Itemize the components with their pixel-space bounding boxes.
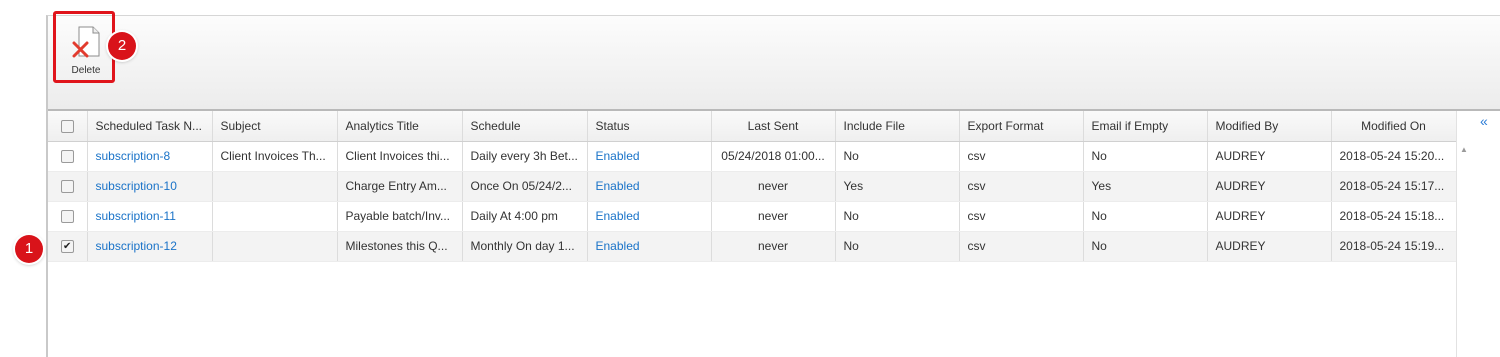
delete-highlight-box <box>53 11 115 83</box>
column-header-schedule[interactable]: Schedule <box>462 111 588 142</box>
subject-cell <box>212 231 338 262</box>
column-header-status[interactable]: Status <box>587 111 712 142</box>
scroll-up-arrow-icon[interactable]: ▲ <box>1460 145 1468 154</box>
schedule-cell: Daily every 3h Bet... <box>462 141 588 172</box>
analytics-title-cell: Milestones this Q... <box>337 231 463 262</box>
row-checkbox[interactable] <box>60 150 74 164</box>
email-if-empty-cell: No <box>1083 201 1208 232</box>
email-if-empty-cell: Yes <box>1083 171 1208 202</box>
column-header-task-name[interactable]: Scheduled Task N... <box>87 111 213 142</box>
task-name-link[interactable]: subscription-11 <box>87 201 213 232</box>
subscriptions-grid: Scheduled Task N... Subject Analytics Ti… <box>48 111 1471 357</box>
column-header-analytics-title[interactable]: Analytics Title <box>337 111 463 142</box>
task-name-link[interactable]: subscription-8 <box>87 141 213 172</box>
modified-on-cell: 2018-05-24 15:19... <box>1331 231 1457 262</box>
last-sent-cell: 05/24/2018 01:00... <box>711 141 836 172</box>
schedule-cell: Monthly On day 1... <box>462 231 588 262</box>
column-header-modified-on[interactable]: Modified On <box>1331 111 1457 142</box>
column-header-export-format[interactable]: Export Format <box>959 111 1084 142</box>
modified-by-cell: AUDREY <box>1207 231 1332 262</box>
row-checkbox-cell[interactable] <box>48 141 88 172</box>
analytics-title-cell: Client Invoices thi... <box>337 141 463 172</box>
row-checkbox[interactable] <box>60 180 74 194</box>
include-file-cell: No <box>835 201 960 232</box>
schedule-cell: Daily At 4:00 pm <box>462 201 588 232</box>
modified-on-cell: 2018-05-24 15:20... <box>1331 141 1457 172</box>
include-file-cell: Yes <box>835 171 960 202</box>
checkmark-icon: ✔ <box>63 241 72 253</box>
subject-cell <box>212 201 338 232</box>
header-row: Scheduled Task N... Subject Analytics Ti… <box>48 111 1457 142</box>
email-if-empty-cell: No <box>1083 231 1208 262</box>
modified-by-cell: AUDREY <box>1207 201 1332 232</box>
schedule-cell: Once On 05/24/2... <box>462 171 588 202</box>
column-header-subject[interactable]: Subject <box>212 111 338 142</box>
export-format-cell: csv <box>959 141 1084 172</box>
modified-on-cell: 2018-05-24 15:17... <box>1331 171 1457 202</box>
table-row[interactable]: subscription-10 Charge Entry Am... Once … <box>48 171 1457 202</box>
vertical-scrollbar[interactable]: ▲ <box>1456 111 1471 357</box>
double-chevron-left-icon[interactable]: « <box>1480 113 1488 129</box>
export-format-cell: csv <box>959 231 1084 262</box>
analytics-title-cell: Charge Entry Am... <box>337 171 463 202</box>
column-header-include-file[interactable]: Include File <box>835 111 960 142</box>
row-checkbox-cell[interactable] <box>48 201 88 232</box>
row-checkbox-cell[interactable]: ✔ <box>48 231 88 262</box>
status-link[interactable]: Enabled <box>587 231 712 262</box>
status-link[interactable]: Enabled <box>587 171 712 202</box>
subject-cell: Client Invoices Th... <box>212 141 338 172</box>
subject-cell <box>212 171 338 202</box>
column-header-last-sent[interactable]: Last Sent <box>711 111 836 142</box>
email-if-empty-cell: No <box>1083 141 1208 172</box>
include-file-cell: No <box>835 231 960 262</box>
modified-on-cell: 2018-05-24 15:18... <box>1331 201 1457 232</box>
subscriptions-table: Scheduled Task N... Subject Analytics Ti… <box>48 111 1457 262</box>
modified-by-cell: AUDREY <box>1207 171 1332 202</box>
table-row[interactable]: subscription-11 Payable batch/Inv... Dai… <box>48 201 1457 232</box>
analytics-title-cell: Payable batch/Inv... <box>337 201 463 232</box>
row-checkbox[interactable] <box>60 210 74 224</box>
column-header-email-if-empty[interactable]: Email if Empty <box>1083 111 1208 142</box>
export-format-cell: csv <box>959 201 1084 232</box>
status-link[interactable]: Enabled <box>587 141 712 172</box>
callout-badge-2: 2 <box>108 32 136 60</box>
include-file-cell: No <box>835 141 960 172</box>
last-sent-cell: never <box>711 231 836 262</box>
row-checkbox-cell[interactable] <box>48 171 88 202</box>
modified-by-cell: AUDREY <box>1207 141 1332 172</box>
row-checkbox-checked[interactable]: ✔ <box>60 240 74 254</box>
select-all-checkbox[interactable] <box>60 119 74 133</box>
table-row[interactable]: ✔ subscription-12 Milestones this Q... M… <box>48 231 1457 262</box>
column-header-modified-by[interactable]: Modified By <box>1207 111 1332 142</box>
table-row[interactable]: subscription-8 Client Invoices Th... Cli… <box>48 141 1457 172</box>
select-all-checkbox-cell[interactable] <box>48 111 88 142</box>
toolbar: Delete <box>48 16 1500 111</box>
callout-badge-1: 1 <box>15 235 43 263</box>
last-sent-cell: never <box>711 201 836 232</box>
status-link[interactable]: Enabled <box>587 201 712 232</box>
export-format-cell: csv <box>959 171 1084 202</box>
last-sent-cell: never <box>711 171 836 202</box>
task-name-link[interactable]: subscription-12 <box>87 231 213 262</box>
task-name-link[interactable]: subscription-10 <box>87 171 213 202</box>
